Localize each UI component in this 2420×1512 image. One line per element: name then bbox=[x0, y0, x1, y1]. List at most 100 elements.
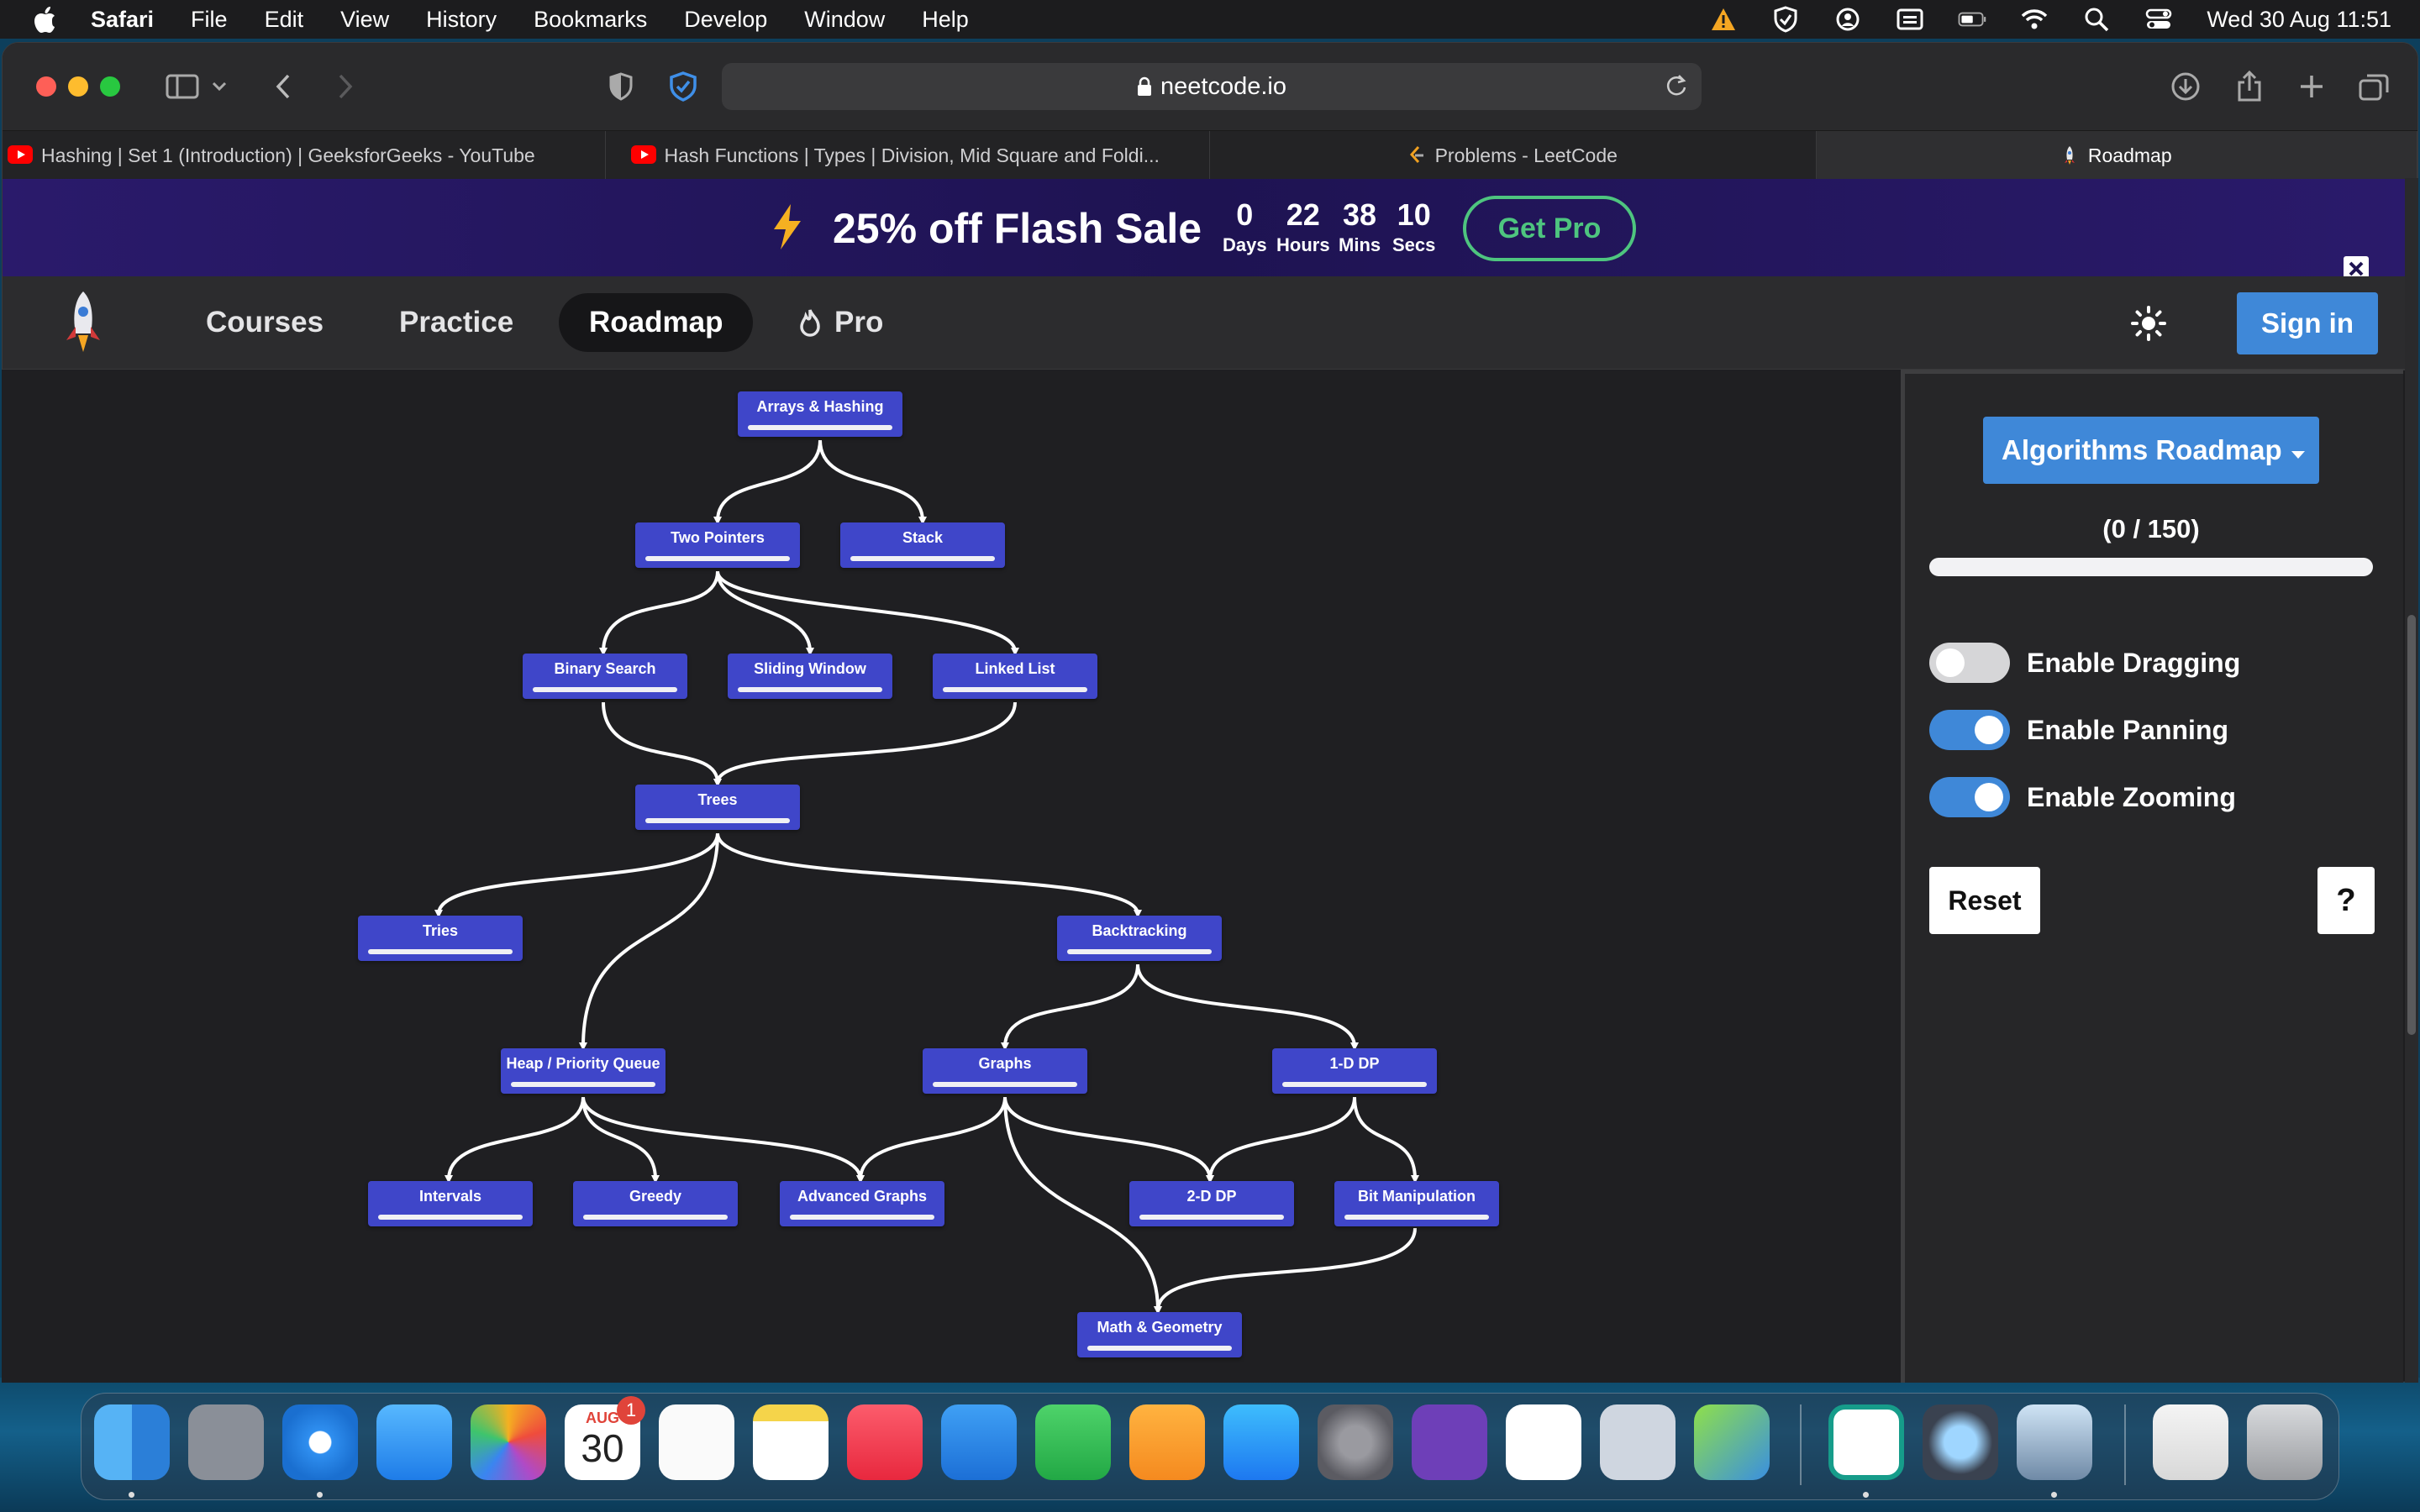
mail-icon[interactable] bbox=[376, 1404, 452, 1480]
node-progress-bar bbox=[645, 818, 790, 823]
help-button[interactable]: ? bbox=[2317, 867, 2375, 934]
sign-in-button[interactable]: Sign in bbox=[2237, 292, 2378, 354]
menu-clock[interactable]: Wed 30 Aug 11:51 bbox=[2207, 7, 2391, 33]
node-label: Advanced Graphs bbox=[797, 1188, 928, 1205]
numbers-icon[interactable] bbox=[1035, 1404, 1111, 1480]
keynote-icon[interactable] bbox=[941, 1404, 1017, 1480]
3d-cube-app-icon[interactable] bbox=[1694, 1404, 1770, 1480]
roadmap-select-dropdown[interactable]: Algorithms Roadmap bbox=[1983, 417, 2319, 484]
switch[interactable] bbox=[1929, 710, 2010, 750]
reset-button[interactable]: Reset bbox=[1929, 867, 2040, 934]
roadmap-node-intervals[interactable]: Intervals bbox=[368, 1181, 533, 1226]
node-label: Intervals bbox=[418, 1188, 482, 1205]
roadmap-node-bit-manipulation[interactable]: Bit Manipulation bbox=[1334, 1181, 1499, 1226]
trash-icon[interactable] bbox=[2247, 1404, 2323, 1480]
github-desktop-icon[interactable] bbox=[1412, 1404, 1487, 1480]
scrollbar-thumb[interactable] bbox=[2407, 615, 2416, 1035]
roadmap-node-advanced-graphs[interactable]: Advanced Graphs bbox=[780, 1181, 944, 1226]
spotlight-search-icon[interactable] bbox=[2082, 7, 2111, 32]
notes-icon[interactable] bbox=[753, 1404, 829, 1480]
node-progress-bar bbox=[1139, 1215, 1284, 1220]
node-progress-bar bbox=[738, 687, 882, 692]
toggle-enable-dragging[interactable]: Enable Dragging bbox=[1929, 642, 2240, 684]
tab-roadmap[interactable]: Roadmap bbox=[1816, 131, 2417, 180]
page-scrollbar[interactable] bbox=[2405, 178, 2418, 1383]
roadmap-node-2d-dp[interactable]: 2-D DP bbox=[1129, 1181, 1294, 1226]
toggle-label: Enable Dragging bbox=[2027, 647, 2241, 678]
roadmap-node-arrays-hashing[interactable]: Arrays & Hashing bbox=[738, 391, 902, 437]
progress-bar bbox=[1929, 558, 2373, 576]
node-progress-bar bbox=[1344, 1215, 1489, 1220]
node-label: 1-D DP bbox=[1329, 1055, 1380, 1072]
settings-gear-icon[interactable] bbox=[1600, 1404, 1676, 1480]
node-label: Graphs bbox=[978, 1055, 1032, 1072]
theme-toggle-sun-icon[interactable] bbox=[2130, 305, 2167, 342]
control-center-icon[interactable] bbox=[2144, 7, 2173, 32]
preview-icon[interactable] bbox=[2017, 1404, 2092, 1480]
roadmap-node-linked-list[interactable]: Linked List bbox=[933, 654, 1097, 699]
node-label: Two Pointers bbox=[671, 529, 765, 546]
vscode-icon[interactable] bbox=[1506, 1404, 1581, 1480]
roadmap-node-two-pointers[interactable]: Two Pointers bbox=[635, 522, 800, 568]
running-indicator bbox=[317, 1492, 323, 1498]
dock-separator bbox=[1800, 1404, 1802, 1485]
roadmap-node-binary-search[interactable]: Binary Search bbox=[523, 654, 687, 699]
switch-knob bbox=[1936, 648, 1965, 677]
node-progress-bar bbox=[511, 1082, 655, 1087]
downloads-stack-icon[interactable] bbox=[2153, 1404, 2228, 1480]
node-progress-bar bbox=[933, 1082, 1077, 1087]
switch[interactable] bbox=[1929, 777, 2010, 817]
roadmap-node-sliding-window[interactable]: Sliding Window bbox=[728, 654, 892, 699]
node-progress-bar bbox=[748, 425, 892, 430]
tab-title: Roadmap bbox=[2087, 144, 2172, 166]
safari-icon[interactable] bbox=[282, 1404, 358, 1480]
wifi-icon[interactable] bbox=[2020, 7, 2049, 32]
node-label: Arrays & Hashing bbox=[756, 398, 884, 415]
system-preferences-icon[interactable] bbox=[1318, 1404, 1393, 1480]
calendar-icon[interactable]: AUG 30 1 bbox=[565, 1396, 645, 1480]
toggle-enable-zooming[interactable]: Enable Zooming bbox=[1929, 776, 2236, 818]
running-indicator bbox=[129, 1492, 134, 1498]
downloads-icon[interactable] bbox=[2167, 68, 2204, 105]
node-label: 2-D DP bbox=[1186, 1188, 1237, 1205]
switch[interactable] bbox=[1929, 643, 2010, 683]
battery-icon[interactable] bbox=[1958, 7, 1986, 32]
eset-icon[interactable] bbox=[1828, 1404, 1904, 1480]
node-label: Tries bbox=[422, 922, 459, 939]
node-progress-bar bbox=[1087, 1346, 1232, 1351]
share-icon[interactable] bbox=[2231, 68, 2268, 105]
finder-icon[interactable] bbox=[94, 1404, 170, 1480]
node-label: Greedy bbox=[629, 1188, 682, 1205]
node-label: Heap / Priority Queue bbox=[506, 1055, 660, 1072]
toggle-enable-panning[interactable]: Enable Panning bbox=[1929, 709, 2228, 751]
node-progress-bar bbox=[645, 556, 790, 561]
node-progress-bar bbox=[943, 687, 1087, 692]
new-tab-icon[interactable] bbox=[2293, 68, 2330, 105]
quicktime-icon[interactable] bbox=[1923, 1404, 1998, 1480]
app-store-icon[interactable] bbox=[1223, 1404, 1299, 1480]
roadmap-node-tries[interactable]: Tries bbox=[358, 916, 523, 961]
tab-overview-icon[interactable] bbox=[2355, 68, 2392, 105]
node-label: Math & Geometry bbox=[1097, 1319, 1223, 1336]
node-label: Trees bbox=[697, 791, 738, 808]
node-label: Linked List bbox=[975, 660, 1055, 677]
roadmap-node-backtracking[interactable]: Backtracking bbox=[1057, 916, 1222, 961]
pages-icon[interactable] bbox=[1129, 1404, 1205, 1480]
node-progress-bar bbox=[1067, 949, 1212, 954]
reminders-icon[interactable] bbox=[659, 1404, 734, 1480]
calendar-day: 30 bbox=[581, 1426, 624, 1470]
roadmap-node-math-geometry[interactable]: Math & Geometry bbox=[1077, 1312, 1242, 1357]
running-indicator bbox=[1863, 1492, 1869, 1498]
node-progress-bar bbox=[1282, 1082, 1427, 1087]
roadmap-node-trees[interactable]: Trees bbox=[635, 785, 800, 830]
calendar-badge: 1 bbox=[617, 1396, 645, 1425]
roadmap-node-graphs[interactable]: Graphs bbox=[923, 1048, 1087, 1094]
launchpad-icon[interactable] bbox=[188, 1404, 264, 1480]
roadmap-node-greedy[interactable]: Greedy bbox=[573, 1181, 738, 1226]
music-icon[interactable] bbox=[847, 1404, 923, 1480]
roadmap-node-heap-priority-queue[interactable]: Heap / Priority Queue bbox=[501, 1048, 666, 1094]
photos-icon[interactable] bbox=[471, 1404, 546, 1480]
roadmap-node-1d-dp[interactable]: 1-D DP bbox=[1272, 1048, 1437, 1094]
roadmap-node-stack[interactable]: Stack bbox=[840, 522, 1005, 568]
toggle-label: Enable Panning bbox=[2027, 714, 2229, 745]
